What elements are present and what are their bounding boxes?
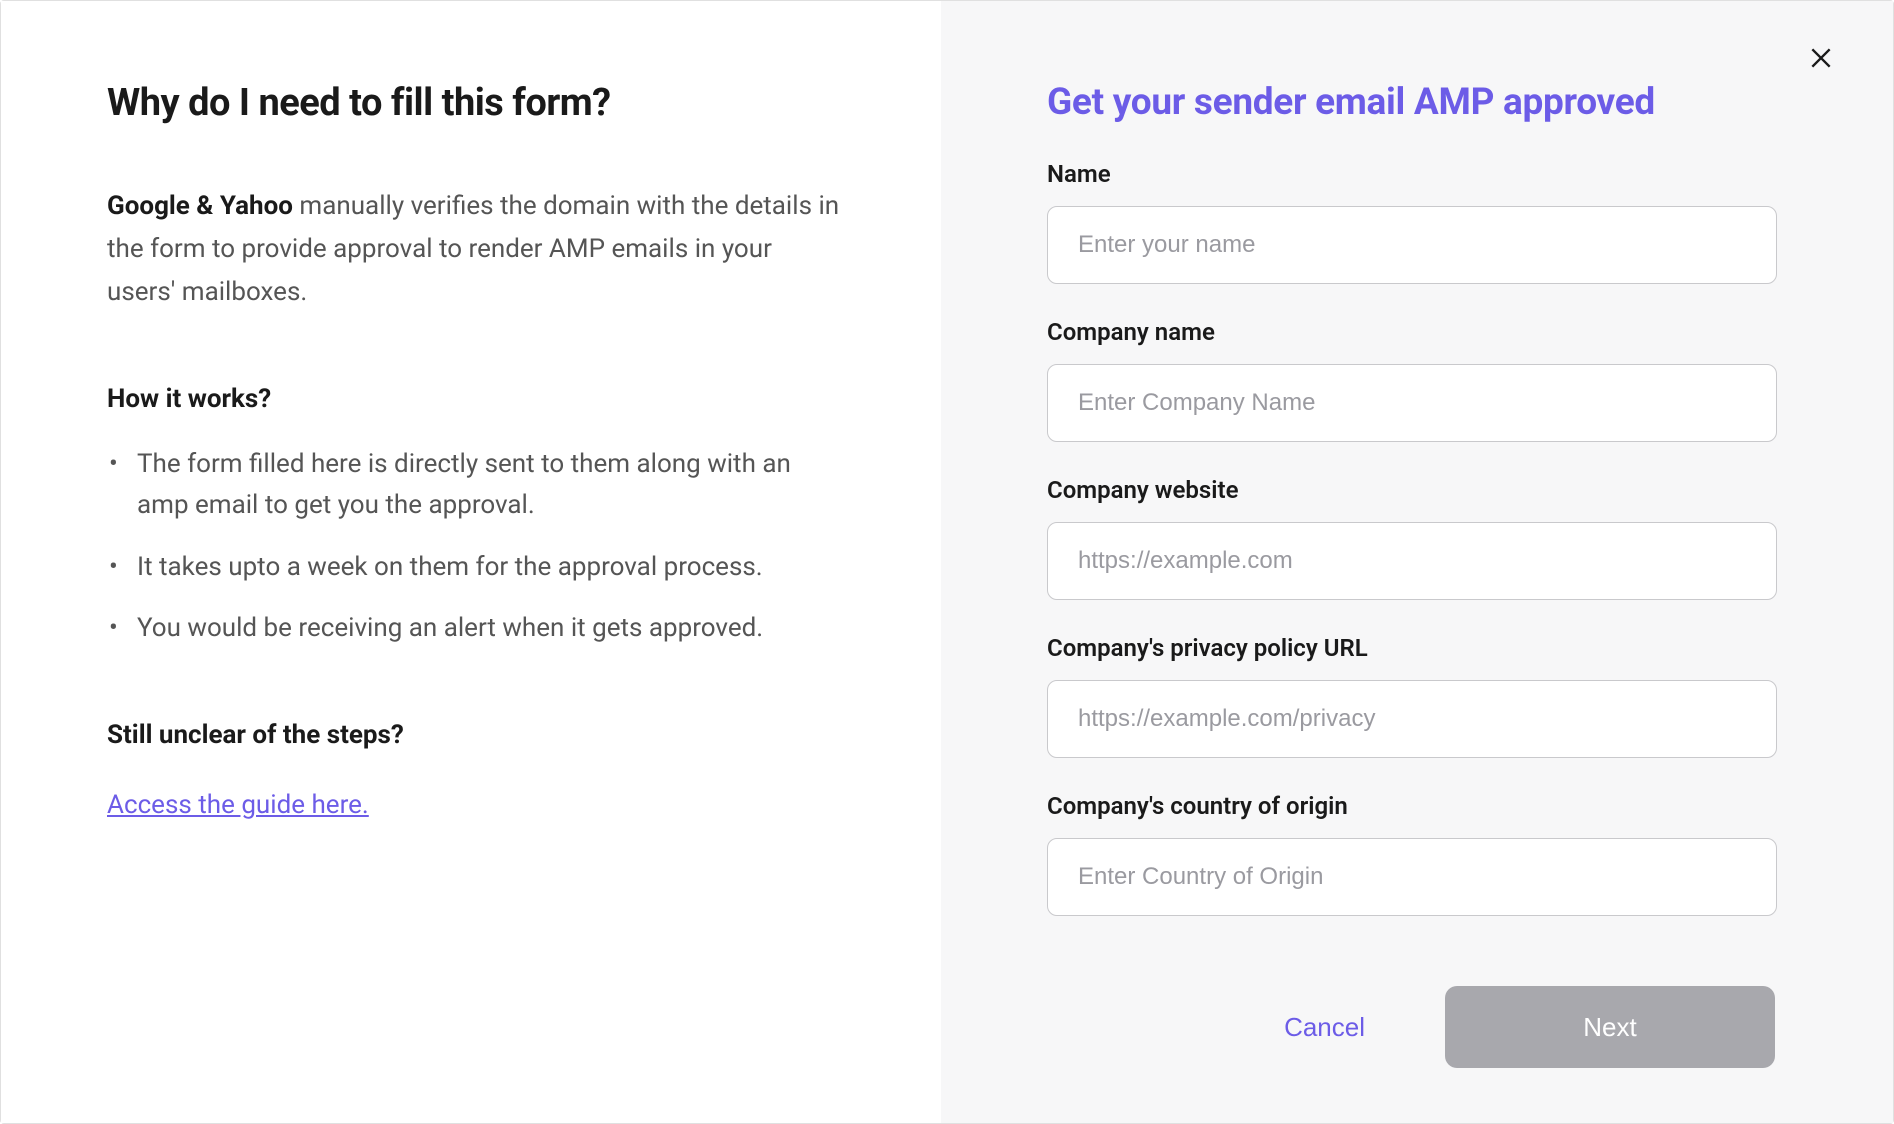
info-title: Why do I need to fill this form? (107, 81, 841, 125)
how-it-works-list: The form filled here is directly sent to… (107, 444, 841, 650)
list-item: It takes upto a week on them for the app… (107, 547, 841, 589)
privacy-url-field-group: Company's privacy policy URL (1047, 634, 1793, 758)
name-field-group: Name (1047, 160, 1793, 284)
still-unclear-heading: Still unclear of the steps? (107, 720, 841, 750)
close-button[interactable] (1801, 39, 1841, 79)
privacy-url-label: Company's privacy policy URL (1047, 634, 1793, 662)
info-panel: Why do I need to fill this form? Google … (1, 1, 941, 1123)
country-label: Company's country of origin (1047, 792, 1793, 820)
amp-approval-modal: Why do I need to fill this form? Google … (0, 0, 1894, 1124)
company-name-label: Company name (1047, 318, 1793, 346)
list-item: The form filled here is directly sent to… (107, 444, 841, 527)
cancel-button[interactable]: Cancel (1244, 992, 1405, 1063)
company-website-input[interactable] (1047, 522, 1777, 600)
company-website-label: Company website (1047, 476, 1793, 504)
guide-link[interactable]: Access the guide here. (107, 790, 369, 820)
form-actions: Cancel Next (1047, 986, 1793, 1068)
country-field-group: Company's country of origin (1047, 792, 1793, 916)
privacy-url-input[interactable] (1047, 680, 1777, 758)
close-icon (1808, 45, 1834, 74)
company-website-field-group: Company website (1047, 476, 1793, 600)
form-panel: Get your sender email AMP approved Name … (941, 1, 1893, 1123)
description-strong: Google & Yahoo (107, 191, 293, 221)
country-input[interactable] (1047, 838, 1777, 916)
name-input[interactable] (1047, 206, 1777, 284)
form-title: Get your sender email AMP approved (1047, 81, 1793, 124)
next-button[interactable]: Next (1445, 986, 1775, 1068)
company-name-field-group: Company name (1047, 318, 1793, 442)
name-label: Name (1047, 160, 1793, 188)
how-it-works-heading: How it works? (107, 384, 841, 414)
info-description: Google & Yahoo manually verifies the dom… (107, 185, 841, 314)
company-name-input[interactable] (1047, 364, 1777, 442)
list-item: You would be receiving an alert when it … (107, 608, 841, 650)
